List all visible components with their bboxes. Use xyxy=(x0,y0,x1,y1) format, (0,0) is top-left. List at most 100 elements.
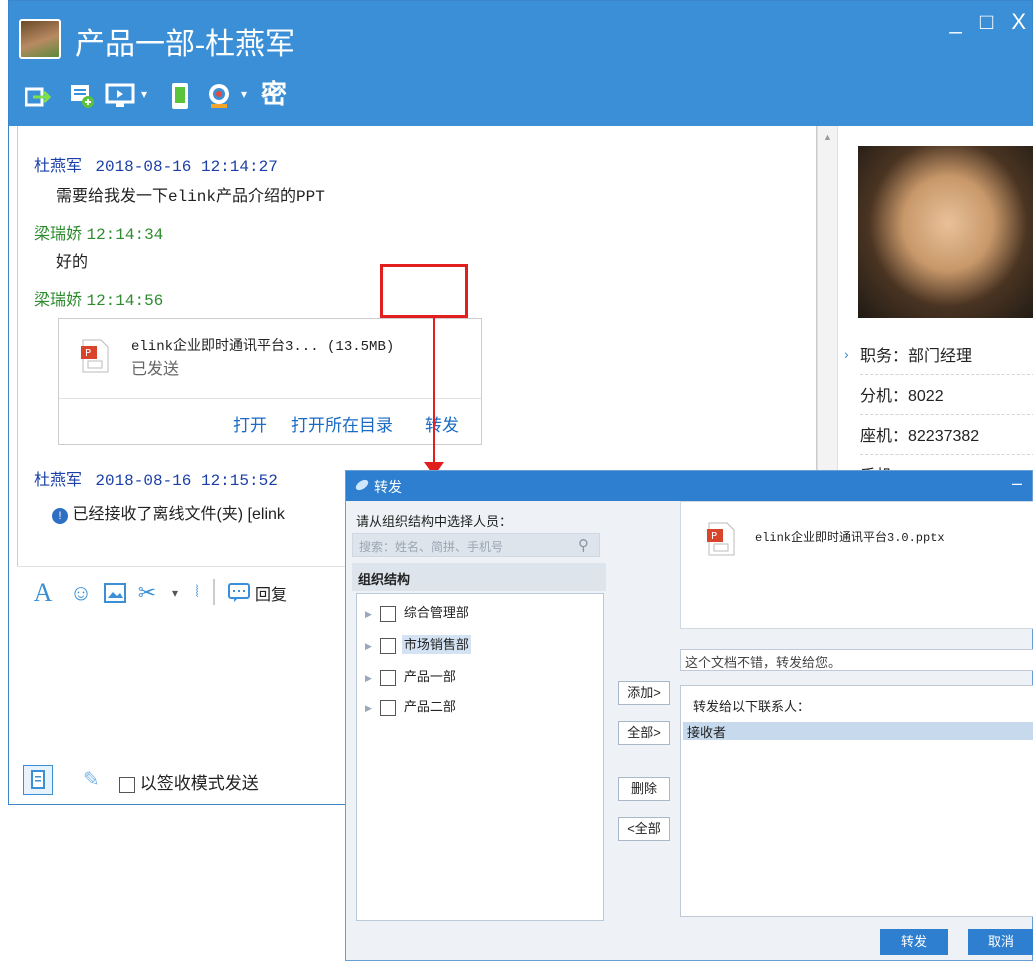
dialog-title-bar: 转发 – xyxy=(346,471,1032,501)
svg-text:P: P xyxy=(85,348,91,359)
sender-name: 杜燕军 xyxy=(34,158,83,175)
search-input[interactable]: 搜索：姓名、简拼、手机号 ⚲ xyxy=(352,533,600,557)
dialog-title: 转发 xyxy=(374,479,402,495)
annotation-arrow xyxy=(433,318,435,466)
file-name: elink企业即时通讯平台3... (13.5MB) xyxy=(131,339,395,355)
open-file-link[interactable]: 打开 xyxy=(233,411,267,436)
add-all-button[interactable]: 全部> xyxy=(618,721,670,745)
forward-button[interactable]: 转发 xyxy=(880,929,948,955)
transfer-file-icon[interactable] xyxy=(23,81,53,111)
pptx-file-icon: P xyxy=(707,522,735,556)
tree-checkbox[interactable] xyxy=(379,669,396,686)
delete-button[interactable]: 删除 xyxy=(618,777,670,801)
message-text: 需要给我发一下elink产品介绍的PPT xyxy=(56,188,325,206)
document-icon[interactable] xyxy=(23,765,53,795)
emoji-icon[interactable]: ☺ xyxy=(69,580,93,605)
org-structure-header: 组织结构 xyxy=(352,563,606,591)
message-header: 梁瑞娇 12:14:56 xyxy=(34,286,163,310)
message-text: ! 已经接收了离线文件(夹) [elink xyxy=(52,500,285,524)
chevron-right-icon[interactable]: › xyxy=(844,346,849,362)
message-input[interactable] xyxy=(17,616,367,761)
send-file-icon[interactable] xyxy=(67,81,97,111)
tree-item[interactable]: ▶ 市场销售部 xyxy=(365,634,471,654)
file-card: P elink企业即时通讯平台3... (13.5MB) 已发送 打开 打开所在… xyxy=(58,318,482,445)
expand-icon[interactable]: ▶ xyxy=(365,641,372,651)
search-placeholder: 搜索：姓名、简拼、手机号 xyxy=(359,540,504,554)
forward-dialog: 转发 – 请从组织结构中选择人员： 搜索：姓名、简拼、手机号 ⚲ 组织结构 ▶ 综… xyxy=(345,470,1033,961)
expand-icon[interactable]: ▶ xyxy=(365,673,372,683)
input-toolbar: A ☺ ✂ ▾ ⦚ 回复 xyxy=(17,566,367,616)
tree-item[interactable]: ▶ 产品二部 xyxy=(365,696,458,716)
bottom-bar: ✎ 以签收模式发送 xyxy=(17,761,367,801)
screenshot-scissors-icon[interactable]: ✂ xyxy=(135,580,159,605)
font-icon[interactable]: A xyxy=(31,578,55,607)
mobile-icon[interactable] xyxy=(165,81,195,111)
file-preview: P elink企业即时通讯平台3.0.pptx xyxy=(680,501,1033,629)
reply-icon[interactable] xyxy=(227,581,251,605)
cancel-button[interactable]: 取消 xyxy=(968,929,1033,955)
sender-name: 梁瑞娇 xyxy=(34,292,83,309)
position-label: 职务：部门经理 xyxy=(860,342,1033,375)
divider xyxy=(59,398,481,399)
forward-link[interactable]: 转发 xyxy=(425,411,459,436)
tree-checkbox[interactable] xyxy=(379,605,396,622)
svg-text:P: P xyxy=(711,531,717,542)
message-header: 杜燕军 2018-08-16 12:14:27 xyxy=(34,152,278,176)
open-folder-link[interactable]: 打开所在目录 xyxy=(291,411,393,436)
shake-icon[interactable]: ⦚ xyxy=(185,581,209,605)
maximize-button[interactable]: □ xyxy=(980,9,993,35)
remote-desktop-icon[interactable] xyxy=(105,81,135,111)
pptx-file-icon: P xyxy=(81,339,109,373)
tree-item[interactable]: ▶ 综合管理部 xyxy=(365,602,471,622)
sender-name: 梁瑞娇 xyxy=(34,226,83,243)
video-icon[interactable] xyxy=(205,81,235,111)
sign-mode-label: 以签收模式发送 xyxy=(139,774,259,793)
expand-icon[interactable]: ▶ xyxy=(365,703,372,713)
recipients-title: 转发给以下联系人： xyxy=(693,699,811,714)
sign-mode-option[interactable]: 以签收模式发送 xyxy=(119,769,259,794)
message-time: 2018-08-16 12:15:52 xyxy=(95,472,278,490)
chevron-down-icon[interactable]: ▾ xyxy=(141,87,147,101)
org-tree: ▶ 综合管理部 ▶ 市场销售部 ▶ 产品一部 ▶ 产品二部 xyxy=(356,593,604,921)
title-bar: 产品一部-杜燕军 _ □ X xyxy=(9,1,1032,71)
contact-photo xyxy=(858,146,1033,318)
message-time: 12:14:56 xyxy=(86,292,164,310)
sign-mode-checkbox[interactable] xyxy=(119,776,135,793)
message-time: 12:14:34 xyxy=(86,226,164,244)
forward-message-input[interactable]: 这个文档不错，转发给您。 xyxy=(680,649,1033,671)
file-status: 已发送 xyxy=(131,361,180,378)
contact-info-panel: › 职务：部门经理 分机：8022 座机：82237382 手机： xyxy=(837,126,1033,485)
expand-icon[interactable]: ▶ xyxy=(365,609,372,619)
chevron-down-icon[interactable]: ▾ xyxy=(241,87,247,101)
tree-checkbox[interactable] xyxy=(379,637,396,654)
minimize-button[interactable]: _ xyxy=(950,9,962,35)
pen-icon[interactable]: ✎ xyxy=(83,767,100,792)
recipients-header: 接收者 xyxy=(683,722,1033,740)
message-text: 好的 xyxy=(56,254,89,271)
avatar[interactable] xyxy=(19,19,61,59)
shield-info-icon: ! xyxy=(52,508,68,524)
recipients-list: 转发给以下联系人： 接收者 xyxy=(680,685,1033,917)
file-name: elink企业即时通讯平台3.0.pptx xyxy=(755,531,945,545)
search-icon[interactable]: ⚲ xyxy=(578,536,589,554)
tree-checkbox[interactable] xyxy=(379,699,396,716)
image-icon[interactable] xyxy=(103,581,127,605)
add-button[interactable]: 添加> xyxy=(618,681,670,705)
secret-icon[interactable]: 密 xyxy=(259,77,289,109)
scroll-up-icon[interactable]: ▲ xyxy=(823,132,832,142)
reply-button[interactable]: 回复 xyxy=(255,581,287,605)
app-logo-icon xyxy=(354,477,370,493)
chat-toolbar: ▾ ▾ 密 xyxy=(9,71,1032,126)
minimize-button[interactable]: – xyxy=(1012,473,1022,494)
message-header: 梁瑞娇 12:14:34 xyxy=(34,220,163,244)
sender-name: 杜燕军 xyxy=(34,472,83,489)
divider xyxy=(213,579,215,605)
close-button[interactable]: X xyxy=(1011,9,1026,35)
window-controls: _ □ X xyxy=(938,9,1026,35)
chevron-down-icon[interactable]: ▾ xyxy=(163,581,187,605)
window-title: 产品一部-杜燕军 xyxy=(75,28,295,61)
tree-item[interactable]: ▶ 产品一部 xyxy=(365,666,458,686)
extension-label: 分机：8022 xyxy=(860,382,1033,415)
message-header: 杜燕军 2018-08-16 12:15:52 xyxy=(34,466,278,490)
remove-all-button[interactable]: <全部 xyxy=(618,817,670,841)
